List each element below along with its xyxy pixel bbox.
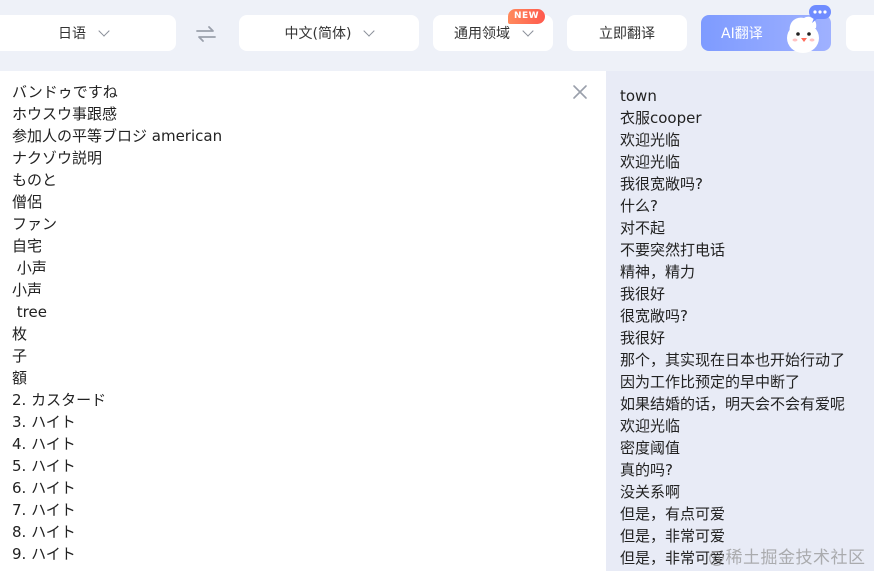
text-line: 9. ハイト	[12, 545, 76, 563]
new-badge: NEW	[508, 9, 546, 24]
text-line: 2. カスタード	[12, 391, 107, 409]
watermark: @稀土掘金技术社区	[708, 548, 866, 568]
text-line: 衣服cooper	[620, 109, 702, 127]
text-line: ものと	[12, 171, 58, 189]
target-language-label: 中文(简体)	[284, 26, 352, 42]
text-line: 如果结婚的话，明天会不会有爱呢	[620, 395, 846, 413]
domain-label: 通用领域	[454, 26, 510, 42]
text-line: 我很宽敞吗?	[620, 175, 703, 193]
swap-languages-button[interactable]	[190, 22, 222, 46]
text-line: tree	[12, 303, 47, 321]
text-line: town	[620, 87, 657, 105]
text-line: 我很好	[620, 329, 666, 347]
text-line: 欢迎光临	[620, 153, 681, 171]
text-line: 对不起	[620, 219, 666, 237]
text-line: 欢迎光临	[620, 131, 681, 149]
text-line: 7. ハイト	[12, 501, 76, 519]
text-line: 額	[12, 369, 28, 387]
more-options-button[interactable]	[846, 15, 874, 51]
toolbar: 日语 中文(简体) 通用领域 NEW 立即翻译 AI翻译	[0, 0, 874, 66]
text-line: 但是，有点可爱	[620, 505, 726, 523]
text-line: ファン	[12, 215, 58, 233]
chevron-down-icon	[522, 24, 534, 37]
text-line: 欢迎光临	[620, 417, 681, 435]
text-line: 没关系啊	[620, 483, 681, 501]
text-line: 小声	[12, 259, 47, 277]
translation-result-panel: town 衣服cooper 欢迎光临 欢迎光临 我很宽敞吗? 什么? 对不起 不要突然打电话精…	[606, 71, 874, 571]
text-line: 什么?	[620, 197, 658, 215]
text-line: 参加人の平等ブロジ american	[12, 127, 223, 145]
text-line: 小声	[12, 281, 43, 299]
chevron-down-icon	[98, 24, 110, 37]
translation-text: town 衣服cooper 欢迎光临 欢迎光临 我很宽敞吗? 什么? 对不起 不要突然打电话精…	[620, 85, 845, 569]
ai-translate-label: AI翻译	[721, 26, 763, 42]
source-text[interactable]: バンドゥですね ホウスウ事跟感参加人の平等ブロジ american ナクゾウ説明 もの…	[12, 81, 222, 565]
text-line: ホウスウ事跟感	[12, 105, 118, 123]
text-line: バンドゥですね	[12, 83, 118, 101]
text-line: 枚	[12, 325, 28, 343]
translate-now-button[interactable]: 立即翻译	[567, 15, 687, 51]
source-text-panel[interactable]: バンドゥですね ホウスウ事跟感参加人の平等ブロジ american ナクゾウ説明 もの…	[0, 71, 606, 571]
translate-now-label: 立即翻译	[599, 26, 655, 42]
text-line: 那个，其实现在日本也开始行动了	[620, 351, 846, 369]
text-line: 8. ハイト	[12, 523, 76, 541]
chevron-down-icon	[363, 24, 376, 37]
text-line: 很宽敞吗?	[620, 307, 688, 325]
mascot-icon	[787, 5, 831, 53]
text-line: 密度阈值	[620, 439, 681, 457]
text-line: 僧侶	[12, 193, 43, 211]
text-line: 5. ハイト	[12, 457, 76, 475]
text-line: 我很好	[620, 285, 666, 303]
text-line: 3. ハイト	[12, 413, 76, 431]
text-line: 子	[12, 347, 28, 365]
source-language-select[interactable]: 日语	[0, 15, 176, 51]
clear-text-icon[interactable]	[572, 84, 588, 100]
swap-icon	[196, 26, 216, 42]
text-line: 6. ハイト	[12, 479, 76, 497]
text-line: 自宅	[12, 237, 43, 255]
text-line: 因为工作比预定的早中断了	[620, 373, 801, 391]
text-line: ナクゾウ説明	[12, 149, 103, 167]
text-line: 4. ハイト	[12, 435, 76, 453]
text-line: 真的吗?	[620, 461, 673, 479]
text-line: 精神，精力	[620, 263, 696, 281]
target-language-select[interactable]: 中文(简体)	[239, 15, 419, 51]
text-line: 不要突然打电话	[620, 241, 726, 259]
source-language-label: 日语	[58, 26, 86, 42]
